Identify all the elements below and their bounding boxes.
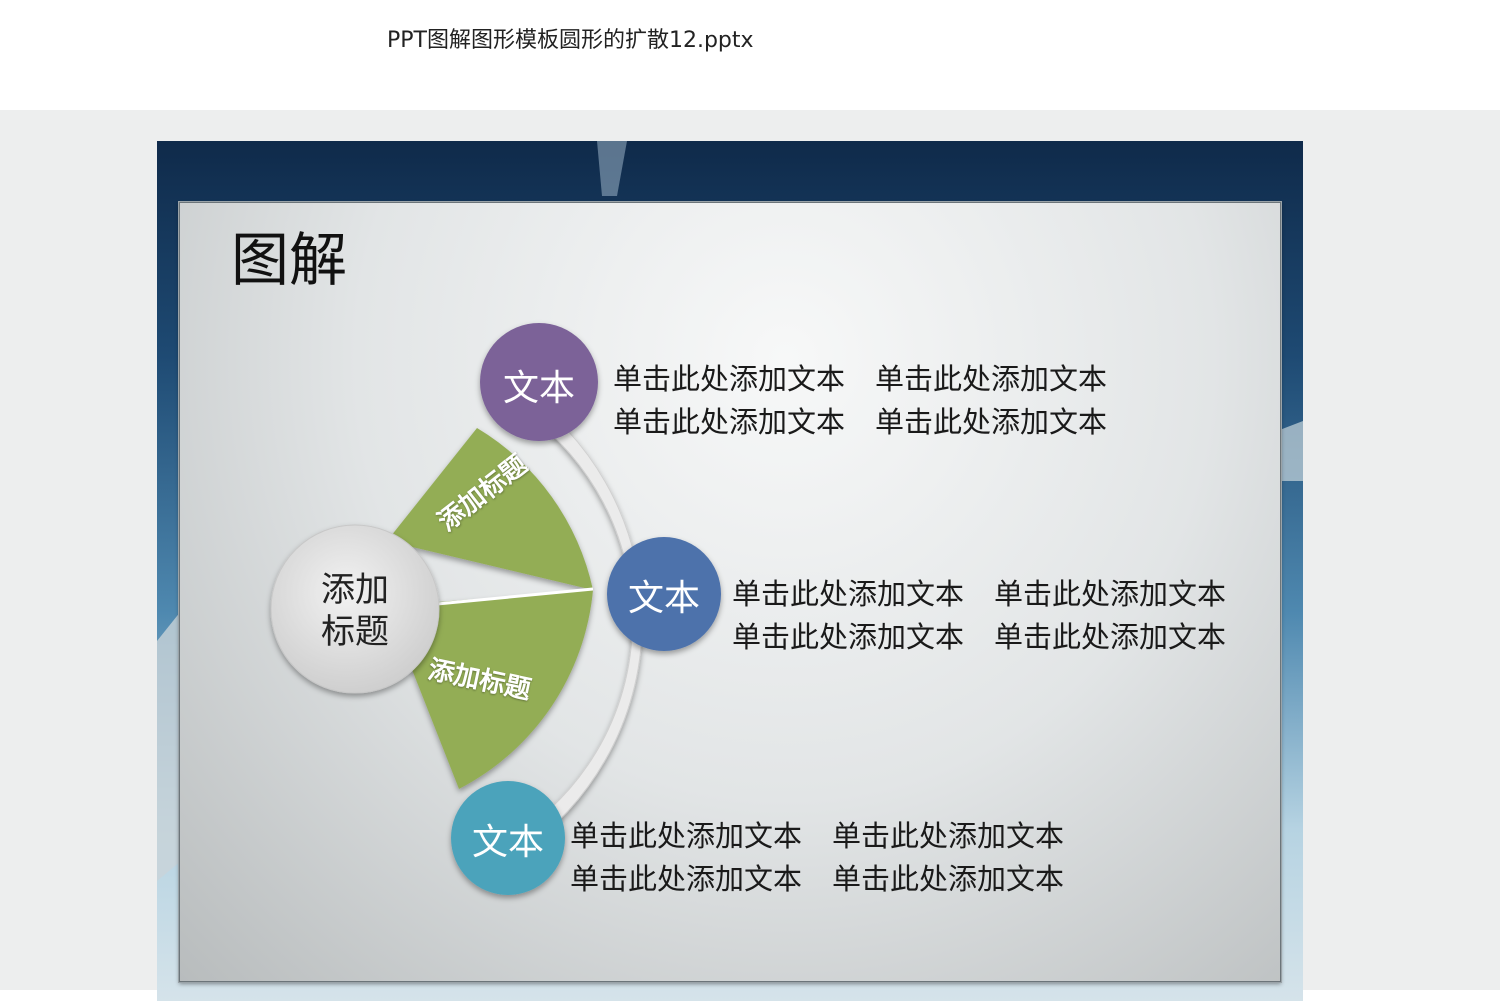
text-cell: 单击此处添加文本 xyxy=(732,577,965,611)
text-cell: 单击此处添加文本 xyxy=(613,405,846,439)
slide: 图解 添加 标题 添加标题 添加标题 文本 文本 文本 单击此处添加文本 单击此… xyxy=(157,141,1303,1001)
center-title-line1: 添加 xyxy=(321,570,389,610)
text-block-top[interactable]: 单击此处添加文本 单击此处添加文本 单击此处添加文本 单击此处添加文本 xyxy=(613,358,1137,444)
text-row: 单击此处添加文本 单击此处添加文本 xyxy=(732,573,1256,616)
title-bar: PPT图解图形模板圆形的扩散12.pptx xyxy=(0,0,1500,110)
text-cell: 单击此处添加文本 xyxy=(570,819,803,853)
center-title[interactable]: 添加 标题 xyxy=(305,569,405,653)
text-cell: 单击此处添加文本 xyxy=(994,577,1227,611)
node-label-bottom[interactable]: 文本 xyxy=(458,813,558,865)
file-title: PPT图解图形模板圆形的扩散12.pptx xyxy=(387,28,754,53)
text-row: 单击此处添加文本 单击此处添加文本 xyxy=(613,401,1137,444)
center-title-line2: 标题 xyxy=(321,612,389,652)
text-cell: 单击此处添加文本 xyxy=(832,819,1065,853)
text-row: 单击此处添加文本 单击此处添加文本 xyxy=(570,815,1094,858)
text-cell: 单击此处添加文本 xyxy=(994,620,1227,654)
text-row: 单击此处添加文本 单击此处添加文本 xyxy=(570,858,1094,901)
text-block-middle[interactable]: 单击此处添加文本 单击此处添加文本 单击此处添加文本 单击此处添加文本 xyxy=(732,573,1256,659)
node-label-middle[interactable]: 文本 xyxy=(614,569,714,621)
node-label-top[interactable]: 文本 xyxy=(489,359,589,411)
text-cell: 单击此处添加文本 xyxy=(613,362,846,396)
text-cell: 单击此处添加文本 xyxy=(732,620,965,654)
text-row: 单击此处添加文本 单击此处添加文本 xyxy=(732,616,1256,659)
text-cell: 单击此处添加文本 xyxy=(875,362,1108,396)
text-block-bottom[interactable]: 单击此处添加文本 单击此处添加文本 单击此处添加文本 单击此处添加文本 xyxy=(570,815,1094,901)
text-cell: 单击此处添加文本 xyxy=(570,862,803,896)
text-cell: 单击此处添加文本 xyxy=(875,405,1108,439)
text-row: 单击此处添加文本 单击此处添加文本 xyxy=(613,358,1137,401)
text-cell: 单击此处添加文本 xyxy=(832,862,1065,896)
